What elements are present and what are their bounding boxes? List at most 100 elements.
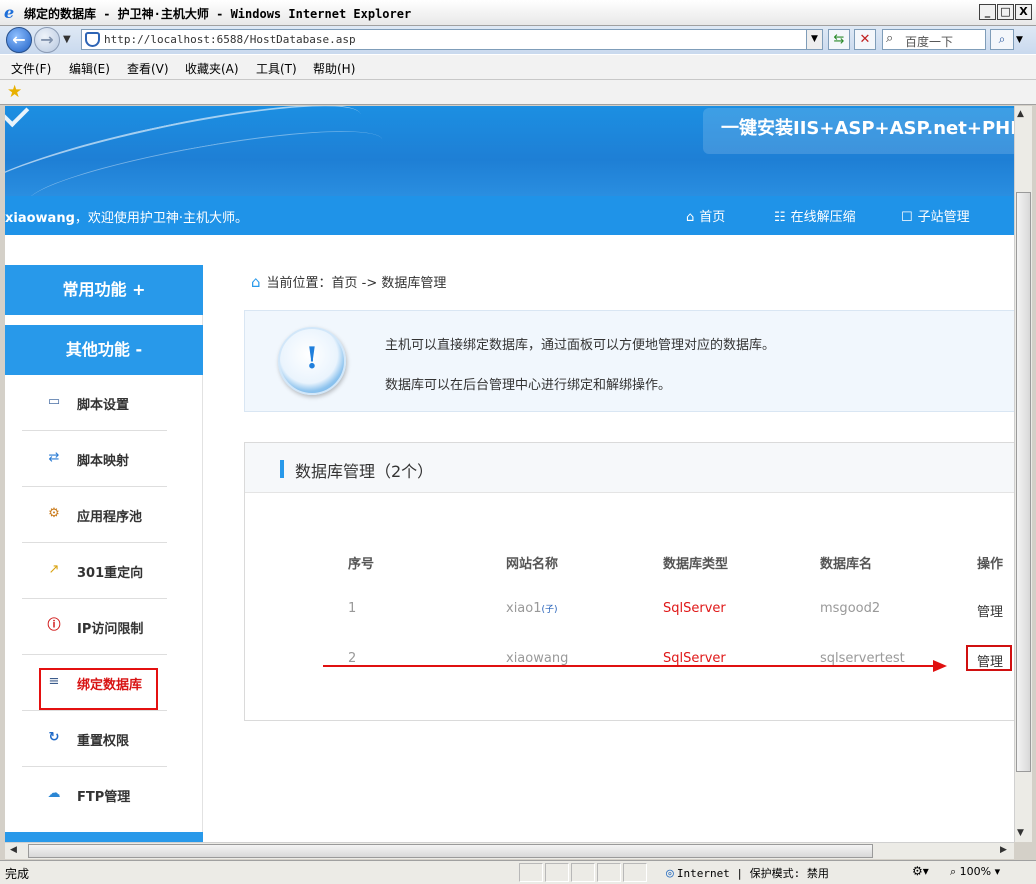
search-button[interactable]: ⌕ [990,29,1014,50]
vertical-scrollbar[interactable]: ▲ ▼ [1014,106,1032,842]
banner-slogan: 一键安装IIS+ASP+ASP.net+PHP+ [721,114,1014,140]
sidebar-item-label: 301重定向 [77,562,143,581]
cell-site-name: xiao1 [506,601,542,616]
column-header-action: 操作 [977,553,1003,572]
alert-icon: ! [278,327,346,395]
stop-button[interactable]: ✕ [854,29,876,50]
breadcrumb: ⌂ 当前位置：首页 -> 数据库管理 [251,272,446,291]
zoom-level-text: 100% [960,865,991,878]
status-bar: 完成 ◎Internet | 保护模式: 禁用 ⚙▾ ⌕ 100% ▾ [0,860,1036,884]
nav-subsites[interactable]: ☐子站管理 [901,206,970,225]
file-zip-icon: ☷ [774,210,786,225]
home-icon: ⌂ [686,210,694,225]
menu-view[interactable]: 查看(V) [127,60,169,77]
banner-check-icon [5,106,29,127]
sidebar-item-label: 应用程序池 [77,506,142,525]
horizontal-scroll-thumb[interactable] [28,844,873,858]
address-input[interactable]: http://localhost:6588/HostDatabase.asp ▼ [81,29,823,50]
menu-tools[interactable]: 工具(T) [256,60,297,77]
menu-edit[interactable]: 编辑(E) [69,60,110,77]
close-window-button[interactable]: X [1015,4,1032,20]
sidebar-other-functions[interactable]: 其他功能 - [5,325,203,375]
minimize-button[interactable]: _ [979,4,996,20]
scroll-down-icon[interactable]: ▼ [1017,828,1024,838]
panel-header-accent [280,460,284,478]
zoom-level[interactable]: ⌕ 100% ▾ [950,865,1000,879]
welcome-text: xiaowang，欢迎使用护卫神·主机大师。 [5,207,248,226]
scroll-right-icon[interactable]: ▶ [1000,845,1007,855]
sidebar-item-label: 脚本设置 [77,394,129,413]
scroll-left-icon[interactable]: ◀ [10,845,17,855]
sidebar-item-label: 脚本映射 [77,450,129,469]
notice-line-2: 数据库可以在后台管理中心进行绑定和解绑操作。 [385,374,671,393]
sidebar-item-reset-permissions[interactable]: ↻ 重置权限 [22,711,167,767]
annotation-arrow-line [323,665,938,667]
nav-unzip[interactable]: ☷ 在线解压缩 [774,206,856,225]
security-zone[interactable]: ◎Internet | 保护模式: 禁用 [666,865,829,881]
scroll-up-icon[interactable]: ▲ [1017,109,1024,119]
site-favicon-icon [85,32,100,47]
recent-pages-dropdown-icon[interactable]: ▼ [63,34,71,45]
breadcrumb-home-icon: ⌂ [251,273,261,291]
status-cell [623,863,647,882]
notice-line-1: 主机可以直接绑定数据库，通过面板可以方便地管理对应的数据库。 [385,334,775,353]
sidebar-item-ip-limit[interactable]: ⓘ IP访问限制 [22,599,167,655]
top-nav: xiaowang，欢迎使用护卫神·主机大师。 ⌂首页 ☷ 在线解压缩 ☐子站管理 [5,196,1014,235]
favorites-star-icon[interactable]: ★ [7,82,22,102]
site-banner: 一键安装IIS+ASP+ASP.net+PHP+ [5,106,1014,196]
back-button[interactable]: ← [6,27,32,53]
cell-db-type: SqlServer [663,651,726,666]
sidebar-item-script-settings[interactable]: ▭ 脚本设置 [22,375,167,431]
annotation-highlight-box [966,645,1012,671]
horizontal-scrollbar[interactable]: ◀ ▶ [5,842,1014,859]
manage-button[interactable]: 管理 [977,601,1003,620]
mapping-icon: ⇄ [46,450,62,466]
favorites-bar: ★ [0,80,1036,105]
app-pool-icon: ⚙ [46,506,62,522]
sidebar-item-301-redirect[interactable]: ↗ 301重定向 [22,543,167,599]
cell-no: 1 [348,601,356,616]
zoom-icon: ⌕ [950,865,956,878]
sidebar-bottom-bar [5,832,203,842]
vertical-scroll-thumb[interactable] [1016,192,1031,772]
search-provider-icon: ⌕ [886,31,893,46]
nav-home[interactable]: ⌂首页 [686,206,725,225]
menu-bar: 文件(F) 编辑(E) 查看(V) 收藏夹(A) 工具(T) 帮助(H) [0,54,1036,80]
search-input[interactable]: ⌕ 百度一下 [882,29,986,50]
panel-header: 数据库管理（2个） [245,443,1014,493]
forward-button[interactable]: → [34,27,60,53]
sidebar-item-ftp[interactable]: ☁ FTP管理 [22,767,167,823]
address-dropdown-icon[interactable]: ▼ [806,30,822,49]
status-cell [519,863,543,882]
welcome-suffix: ，欢迎使用护卫神·主机大师。 [75,211,248,226]
sidebar-common-functions[interactable]: 常用功能 + [5,265,203,315]
tools-icon[interactable]: ⚙▾ [912,864,929,878]
script-icon: ▭ [46,394,62,410]
panel-title: 数据库管理（2个） [295,458,433,482]
ie-logo-icon: e [4,4,22,22]
menu-favorites[interactable]: 收藏夹(A) [185,60,239,77]
nav-unzip-label: 在线解压缩 [791,210,856,225]
maximize-button[interactable]: □ [997,4,1014,20]
username: xiaowang [5,211,75,226]
sidebar: 常用功能 + 其他功能 - ▭ 脚本设置 ⇄ 脚本映射 ⚙ 应用程序池 ↗ 30… [5,265,203,842]
status-cell [597,863,621,882]
nav-subsites-label: 子站管理 [918,210,970,225]
window-title-bar: e 绑定的数据库 - 护卫神·主机大师 - Windows Internet E… [0,0,1036,26]
search-placeholder: 百度一下 [905,33,953,50]
search-options-dropdown-icon[interactable]: ▼ [1016,35,1023,45]
annotation-arrow-head [933,660,947,672]
page-viewport: 一键安装IIS+ASP+ASP.net+PHP+ xiaowang，欢迎使用护卫… [5,106,1014,842]
breadcrumb-text: 当前位置：首页 -> 数据库管理 [267,276,447,291]
cell-db-type: SqlServer [663,601,726,616]
address-toolbar: ← → ▼ http://localhost:6588/HostDatabase… [0,26,1036,54]
sidebar-item-script-mapping[interactable]: ⇄ 脚本映射 [22,431,167,487]
refresh-button[interactable]: ⇆ [828,29,850,50]
sidebar-item-app-pool[interactable]: ⚙ 应用程序池 [22,487,167,543]
cell-site-tag: (子) [542,605,558,615]
cell-site: xiao1(子) [506,601,558,616]
menu-file[interactable]: 文件(F) [11,60,51,77]
cell-db-name: sqlservertest [820,651,905,666]
menu-help[interactable]: 帮助(H) [313,60,355,77]
sidebar-item-label: IP访问限制 [77,618,143,637]
